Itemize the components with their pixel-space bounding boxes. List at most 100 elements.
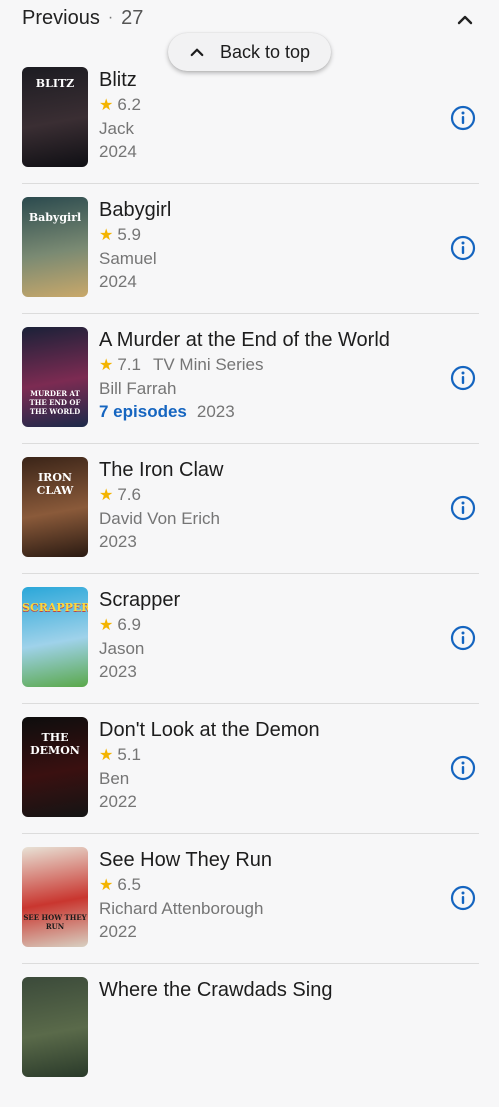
character-name: Richard Attenborough [99,899,264,918]
poster-image[interactable]: BLITZ [22,67,88,167]
divider [22,573,479,574]
info-icon [450,495,476,521]
star-icon: ★ [99,877,114,894]
rating-value: 5.1 [117,745,141,764]
year-text: 2022 [99,792,137,811]
star-icon: ★ [99,97,114,114]
info-icon [450,365,476,391]
info-button[interactable] [450,105,476,131]
title-text[interactable]: The Iron Claw [99,457,439,483]
divider [22,183,479,184]
info-button[interactable] [450,885,476,911]
title-text[interactable]: Don't Look at the Demon [99,717,439,743]
list-item[interactable]: Where the Crawdads Sing [0,977,499,1107]
poster-title-text: SEE HOW THEY RUN [23,913,87,931]
rating-value: 6.9 [117,615,141,634]
year-row: 2023 [99,661,439,683]
chevron-up-icon [190,48,204,57]
rating-row: ★ 5.9 [99,224,439,247]
title-text[interactable]: A Murder at the End of the World [99,327,439,353]
title-text[interactable]: Scrapper [99,587,439,613]
rating-row: ★ 6.2 [99,94,439,117]
section-title-label: Previous [22,7,100,29]
year-row: 2023 [99,531,439,553]
rating-value: 7.1 [117,355,141,374]
poster-image[interactable]: Babygirl [22,197,88,297]
credit-info: See How They Run ★ 6.5 Richard Attenborough… [99,847,439,943]
credit-info: Blitz ★ 6.2 Jack 2024 [99,67,439,163]
divider [22,963,479,964]
rating-value: 6.2 [117,95,141,114]
divider [22,833,479,834]
poster-image[interactable]: SEE HOW THEY RUN [22,847,88,947]
year-text: 2023 [99,532,137,551]
credit-info: Babygirl ★ 5.9 Samuel 2024 [99,197,439,293]
credit-info: Where the Crawdads Sing [99,977,439,1003]
collapse-button[interactable] [453,8,477,32]
title-text[interactable]: Where the Crawdads Sing [99,977,439,1003]
star-icon: ★ [99,357,114,374]
character-name: Ben [99,769,130,788]
year-text: 2023 [99,662,137,681]
star-icon: ★ [99,227,114,244]
poster-image[interactable] [22,977,88,1077]
year-row: 2022 [99,791,439,813]
credit-info: Scrapper ★ 6.9 Jason 2023 [99,587,439,683]
rating-value: 7.6 [117,485,141,504]
list-item[interactable]: MURDER AT THE END OF THE WORLD A Murder a… [0,327,499,457]
info-icon [450,105,476,131]
list-item[interactable]: THE DEMON Don't Look at the Demon ★ 5.1 Ben 2… [0,717,499,847]
star-icon: ★ [99,487,114,504]
star-icon: ★ [99,747,114,764]
rating-row: ★ 7.6 [99,484,439,507]
episodes-link[interactable]: 7 episodes [99,402,187,421]
credit-info: A Murder at the End of the World ★ 7.1 TV M… [99,327,439,423]
list-item[interactable]: SEE HOW THEY RUN See How They Run ★ 6.5 Rich… [0,847,499,977]
info-button[interactable] [450,495,476,521]
rating-row: ★ 6.9 [99,614,439,637]
info-icon [450,235,476,261]
list-item[interactable]: IRON CLAW The Iron Claw ★ 7.6 David Von Eric… [0,457,499,587]
year-text: 2023 [196,402,235,421]
rating-row: ★ 7.1 TV Mini Series [99,354,439,377]
character-name: Bill Farrah [99,379,177,398]
star-icon: ★ [99,617,114,634]
poster-image[interactable]: SCRAPPER [22,587,88,687]
info-button[interactable] [450,625,476,651]
list-item[interactable]: SCRAPPER Scrapper ★ 6.9 Jason 2023 [0,587,499,717]
year-row: 2022 [99,921,439,943]
credit-info: The Iron Claw ★ 7.6 David Von Erich 2023 [99,457,439,553]
poster-title-text: Babygirl [28,211,82,224]
rating-row: ★ 5.1 [99,744,439,767]
character-name: Samuel [99,249,157,268]
poster-title-text: MURDER AT THE END OF THE WORLD [29,389,81,416]
info-icon [450,885,476,911]
list-item[interactable]: BLITZ Blitz ★ 6.2 Jack 2024 [0,67,499,197]
info-button[interactable] [450,365,476,391]
list-item[interactable]: Babygirl Babygirl ★ 5.9 Samuel 2024 [0,197,499,327]
poster-image[interactable]: THE DEMON [22,717,88,817]
year-text: 2022 [99,922,137,941]
type-label: TV Mini Series [152,355,264,374]
poster-image[interactable]: MURDER AT THE END OF THE WORLD [22,327,88,427]
back-to-top-button[interactable]: Back to top [168,33,331,71]
poster-title-text: BLITZ [35,77,75,90]
character-name: David Von Erich [99,509,220,528]
info-button[interactable] [450,755,476,781]
rating-value: 6.5 [117,875,141,894]
back-to-top-label: Back to top [220,41,311,62]
year-text: 2024 [99,272,137,291]
divider [22,443,479,444]
separator-dot: · [107,9,114,26]
year-text: 2024 [99,142,137,161]
title-text[interactable]: See How They Run [99,847,439,873]
title-text[interactable]: Babygirl [99,197,439,223]
character-name: Jason [99,639,145,658]
info-button[interactable] [450,235,476,261]
poster-title-text: SCRAPPER [22,601,88,614]
rating-row: ★ 6.5 [99,874,439,897]
poster-image[interactable]: IRON CLAW [22,457,88,557]
chevron-up-icon [457,15,473,25]
info-icon [450,625,476,651]
year-row: 7 episodes 2023 [99,401,439,423]
